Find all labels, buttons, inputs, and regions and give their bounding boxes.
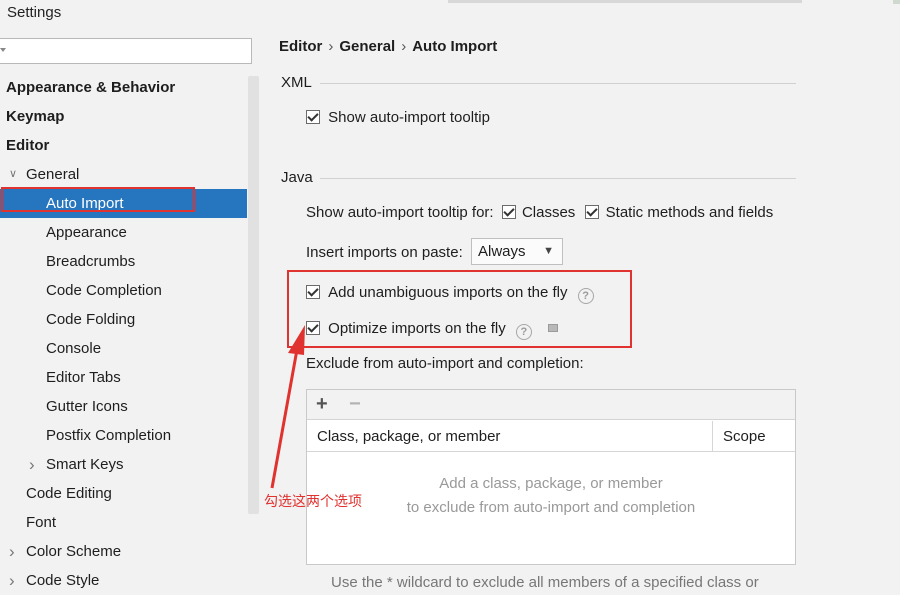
remove-icon[interactable]: −: [349, 393, 361, 416]
sidebar-item-label: Keymap: [6, 108, 65, 125]
highlight-box-import-options: [287, 270, 632, 348]
sidebar-item-label: Color Scheme: [26, 543, 122, 560]
java-section-divider: [320, 178, 796, 179]
breadcrumb-item-general[interactable]: General: [339, 38, 395, 55]
exclude-label: Exclude from auto-import and completion:: [306, 355, 584, 372]
sidebar-item-label: Code Folding: [46, 311, 136, 328]
insert-on-paste-label: Insert imports on paste:: [306, 244, 463, 261]
chevron-down-icon[interactable]: ∨: [9, 160, 17, 189]
sidebar-item-breadcrumbs[interactable]: Breadcrumbs: [0, 247, 247, 276]
sidebar-item-label: Code Style: [26, 572, 100, 589]
breadcrumb-item-editor[interactable]: Editor: [279, 38, 322, 55]
sidebar-scrollbar-thumb[interactable]: [248, 76, 259, 514]
breadcrumb-separator: ›: [401, 38, 407, 55]
settings-search-input[interactable]: [0, 38, 252, 64]
insert-on-paste-value: Always: [478, 243, 526, 260]
xml-section-title: XML: [281, 74, 312, 91]
sidebar-item-console[interactable]: Console: [0, 334, 247, 363]
sidebar-item-label: Font: [26, 514, 57, 531]
highlight-box-auto-import: [1, 187, 195, 212]
sidebar-item-color-scheme[interactable]: › Color Scheme: [0, 537, 247, 566]
sidebar-item-postfix-completion[interactable]: Postfix Completion: [0, 421, 247, 450]
sidebar-item-label: Console: [46, 340, 102, 357]
sidebar-item-label: Postfix Completion: [46, 427, 172, 444]
sidebar-item-editor-tabs[interactable]: Editor Tabs: [0, 363, 247, 392]
chevron-down-icon: ▼: [543, 245, 554, 257]
column-divider: [712, 421, 713, 452]
annotation-note: 勾选这两个选项: [264, 493, 362, 509]
sidebar-item-label: Editor: [6, 137, 50, 154]
exclude-table-toolbar: [307, 390, 795, 420]
sidebar-item-label: Editor Tabs: [46, 369, 121, 386]
sidebar-item-editor[interactable]: Editor: [0, 131, 247, 160]
sidebar-item-code-editing[interactable]: Code Editing: [0, 479, 247, 508]
sidebar-item-label: Appearance: [46, 224, 127, 241]
exclude-empty-line-2: to exclude from auto-import and completi…: [406, 499, 696, 516]
column-header-scope[interactable]: Scope: [723, 428, 766, 445]
sidebar-item-appearance-behavior[interactable]: Appearance & Behavior: [0, 73, 247, 102]
sidebar-item-label: Smart Keys: [46, 456, 124, 473]
sidebar-item-general[interactable]: ∨ General: [0, 160, 247, 189]
sidebar-item-keymap[interactable]: Keymap: [0, 102, 247, 131]
sidebar-item-gutter-icons[interactable]: Gutter Icons: [0, 392, 247, 421]
static-members-checkbox[interactable]: [585, 205, 600, 219]
classes-checkbox[interactable]: [501, 205, 516, 219]
java-tooltip-for-label: Show auto-import tooltip for:: [306, 204, 494, 221]
sidebar-item-smart-keys[interactable]: › Smart Keys: [0, 450, 247, 479]
sidebar-item-appearance[interactable]: Appearance: [0, 218, 247, 247]
chevron-right-icon[interactable]: ›: [9, 537, 15, 566]
annotation-arrow: [270, 325, 305, 489]
sidebar-item-label: Appearance & Behavior: [6, 79, 176, 96]
chevron-right-icon[interactable]: ›: [29, 450, 35, 479]
insert-on-paste-select[interactable]: Always ▼: [471, 238, 563, 265]
window-corner-mark: [893, 0, 900, 4]
sidebar-item-label: Code Completion: [46, 282, 162, 299]
sidebar-item-code-folding[interactable]: Code Folding: [0, 305, 247, 334]
java-tooltip-for-row: Show auto-import tooltip for: Classes St…: [306, 204, 773, 221]
sidebar-item-label: Gutter Icons: [46, 398, 128, 415]
sidebar-item-code-style[interactable]: › Code Style: [0, 566, 247, 595]
search-filter-icon: [0, 48, 6, 52]
static-members-label[interactable]: Static methods and fields: [606, 204, 774, 221]
sidebar-item-label: General: [26, 166, 80, 183]
classes-label[interactable]: Classes: [522, 204, 575, 221]
window-title: Settings: [7, 4, 62, 21]
sidebar-item-label: Code Editing: [26, 485, 112, 502]
column-header-class[interactable]: Class, package, or member: [317, 428, 500, 445]
exclude-empty-line-1: Add a class, package, or member: [439, 475, 663, 492]
sidebar-item-font[interactable]: Font: [0, 508, 247, 537]
chevron-right-icon[interactable]: ›: [9, 566, 15, 595]
java-section-title: Java: [281, 169, 313, 186]
xml-section-divider: [320, 83, 796, 84]
sidebar-item-code-completion[interactable]: Code Completion: [0, 276, 247, 305]
xml-show-tooltip-checkbox[interactable]: [306, 110, 320, 124]
breadcrumb-separator: ›: [328, 38, 334, 55]
title-bar-divider: [448, 0, 802, 3]
xml-show-tooltip-row[interactable]: Show auto-import tooltip: [306, 109, 490, 126]
wildcard-hint: Use the * wildcard to exclude all member…: [331, 574, 759, 591]
sidebar-item-label: Breadcrumbs: [46, 253, 136, 270]
breadcrumb: Editor › General › Auto Import: [279, 38, 497, 55]
breadcrumb-item-auto-import: Auto Import: [412, 38, 498, 55]
xml-show-tooltip-label[interactable]: Show auto-import tooltip: [328, 109, 490, 126]
